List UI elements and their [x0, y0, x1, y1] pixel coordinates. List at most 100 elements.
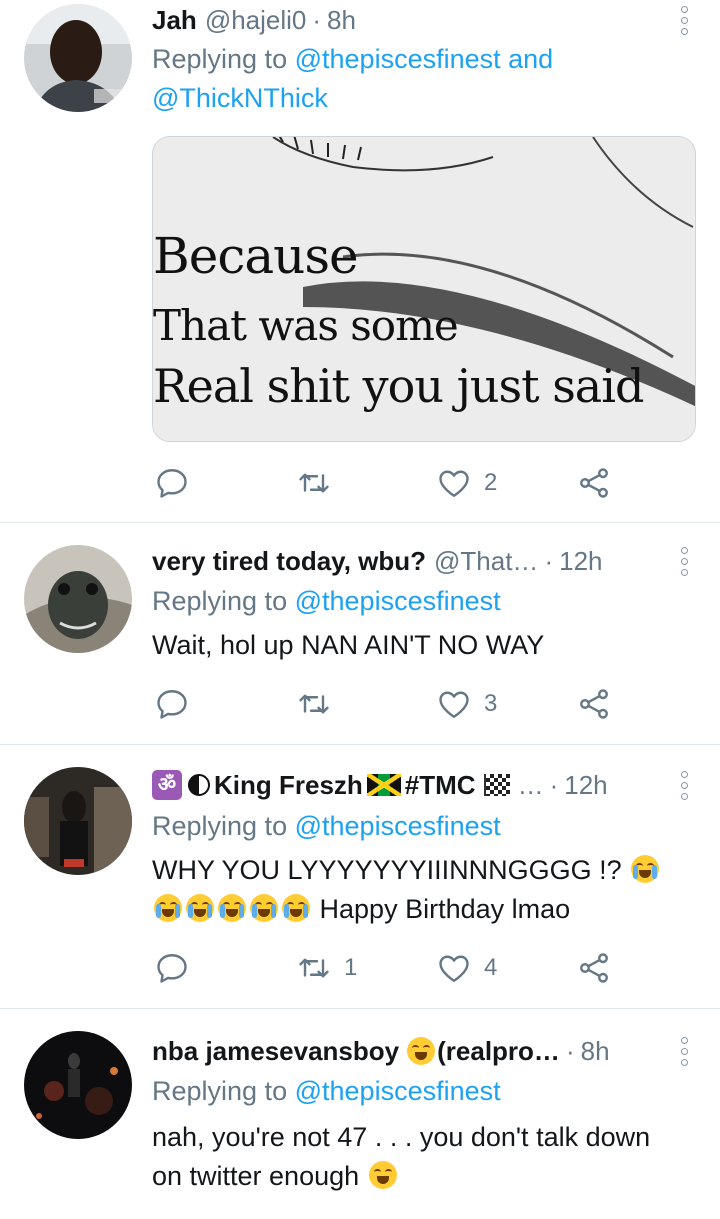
replying-to: Replying to @thepiscesfinest and @ThickN… [152, 40, 690, 118]
mention-link[interactable]: @thepiscesfinest [295, 1076, 501, 1106]
retweet-button[interactable] [296, 463, 344, 503]
retweet-icon [296, 686, 332, 722]
timestamp[interactable]: 8h [327, 5, 356, 36]
separator-dot: · [549, 769, 559, 800]
retweet-icon [296, 465, 332, 501]
display-name-text: King Freszh [214, 769, 363, 800]
display-name[interactable]: nba jamesevansboy (realpro… [152, 1036, 560, 1067]
tweet-text: Wait, hol up NAN AIN'T NO WAY [152, 630, 545, 660]
separator-dot: · [565, 1035, 575, 1066]
share-icon [576, 950, 612, 986]
tweet-image[interactable]: Because That was some Real shit you just… [152, 136, 696, 442]
loudly-crying-emoji [282, 894, 310, 922]
mention-link[interactable]: @thepiscesfinest [295, 586, 501, 616]
avatar[interactable] [24, 545, 132, 653]
tweet-header: ॐ King Freszh #TMC … · 12h [152, 765, 660, 805]
loudly-crying-emoji [250, 894, 278, 922]
avatar[interactable] [24, 1031, 132, 1139]
replying-to-label: Replying to [152, 586, 288, 616]
retweet-icon [296, 950, 332, 986]
tears-of-joy-emoji [407, 1037, 436, 1065]
replying-to-label: Replying to [152, 44, 288, 74]
like-count: 3 [484, 690, 498, 717]
reply-icon [154, 950, 190, 986]
replying-to: Replying to @thepiscesfinest [152, 1072, 690, 1111]
like-icon [436, 686, 472, 722]
loudly-crying-emoji [631, 855, 660, 883]
display-name[interactable]: Jah [152, 5, 197, 36]
user-handle[interactable]: @hajeli0 [205, 5, 307, 36]
tweet-text-line: nah, you're not 47 . . . you don't talk … [152, 1122, 651, 1152]
retweet-count: 1 [344, 954, 358, 981]
like-button[interactable]: 3 [436, 684, 497, 724]
tweet-actions: 1 4 [152, 948, 622, 988]
tweet-actions: 2 [152, 463, 622, 503]
tears-of-joy-emoji [368, 1161, 397, 1189]
reply-button[interactable] [154, 948, 190, 988]
like-count: 4 [484, 954, 498, 981]
tweet[interactable]: very tired today, wbu? @That… · 12h Repl… [0, 523, 720, 745]
tweet-text-segment: Happy Birthday lmao [319, 894, 571, 924]
tweet-text-line: WHY YOU LYYYYYYYIIINNNGGGG !? [152, 851, 696, 890]
user-handle[interactable]: … [518, 770, 544, 801]
reply-button[interactable] [154, 684, 190, 724]
avatar[interactable] [24, 767, 132, 875]
replying-to: Replying to @thepiscesfinest [152, 582, 690, 621]
timestamp[interactable]: 12h [559, 546, 602, 577]
tweet-header: nba jamesevansboy (realpro… · 8h [152, 1031, 660, 1071]
like-count: 2 [484, 469, 498, 496]
like-button[interactable]: 2 [436, 463, 497, 503]
share-icon [576, 686, 612, 722]
tweet-text-segment: WHY YOU LYYYYYYYIIINNNGGGG !? [152, 855, 622, 885]
yin-yang-emoji [188, 774, 210, 796]
loudly-crying-emoji [186, 894, 214, 922]
replying-to-label: Replying to [152, 811, 288, 841]
replying-to-label: Replying to [152, 1076, 288, 1106]
retweet-button[interactable] [296, 684, 344, 724]
separator-dot: · [544, 545, 554, 576]
timestamp[interactable]: 8h [581, 1036, 610, 1067]
om-symbol-emoji: ॐ [152, 770, 182, 800]
loudly-crying-emoji [154, 894, 182, 922]
image-caption-line: Real shit you just said [153, 359, 644, 413]
reply-icon [154, 686, 190, 722]
replying-to: Replying to @thepiscesfinest [152, 807, 690, 846]
display-name-text: nba jamesevansboy [152, 1035, 400, 1066]
tweet-text-line: Happy Birthday lmao [152, 890, 696, 929]
jamaica-flag-emoji [366, 774, 401, 796]
user-handle[interactable]: @That… [434, 546, 538, 577]
tweet-text-segment: on twitter enough [152, 1161, 360, 1191]
mention-link[interactable]: @thepiscesfinest [295, 811, 501, 841]
tweet[interactable]: Jah @hajeli0 · 8h Replying to @thepisces… [0, 0, 720, 523]
share-button[interactable] [576, 948, 612, 988]
more-options-icon[interactable] [674, 0, 694, 40]
tweet-text: nah, you're not 47 . . . you don't talk … [152, 1118, 696, 1196]
checkered-flag-emoji [483, 774, 510, 796]
loudly-crying-emoji [218, 894, 246, 922]
display-name[interactable]: ॐ King Freszh #TMC [152, 770, 510, 801]
tweet[interactable]: nba jamesevansboy (realpro… · 8h Replyin… [0, 1009, 720, 1219]
more-options-icon[interactable] [674, 1031, 694, 1071]
like-button[interactable]: 4 [436, 948, 497, 988]
tweet-actions: 3 [152, 684, 622, 724]
more-options-icon[interactable] [674, 541, 694, 581]
tweet-header: very tired today, wbu? @That… · 12h [152, 541, 660, 581]
timestamp[interactable]: 12h [564, 770, 607, 801]
tweet-text: WHY YOU LYYYYYYYIIINNNGGGG !? Happy Birt… [152, 851, 696, 929]
tweet[interactable]: ॐ King Freszh #TMC … · 12h Replying to @… [0, 745, 720, 1009]
display-name-suffix: (realpro… [437, 1035, 560, 1066]
like-icon [436, 465, 472, 501]
share-button[interactable] [576, 463, 612, 503]
share-button[interactable] [576, 684, 612, 724]
reply-icon [154, 465, 190, 501]
like-icon [436, 950, 472, 986]
avatar[interactable] [24, 4, 132, 112]
more-options-icon[interactable] [674, 765, 694, 805]
reply-button[interactable] [154, 463, 190, 503]
display-name[interactable]: very tired today, wbu? [152, 546, 426, 577]
separator-dot: · [312, 4, 322, 35]
tweet-header: Jah @hajeli0 · 8h [152, 0, 660, 40]
retweet-button[interactable]: 1 [296, 948, 357, 988]
share-icon [576, 465, 612, 501]
tweet-text-line: on twitter enough [152, 1157, 696, 1196]
